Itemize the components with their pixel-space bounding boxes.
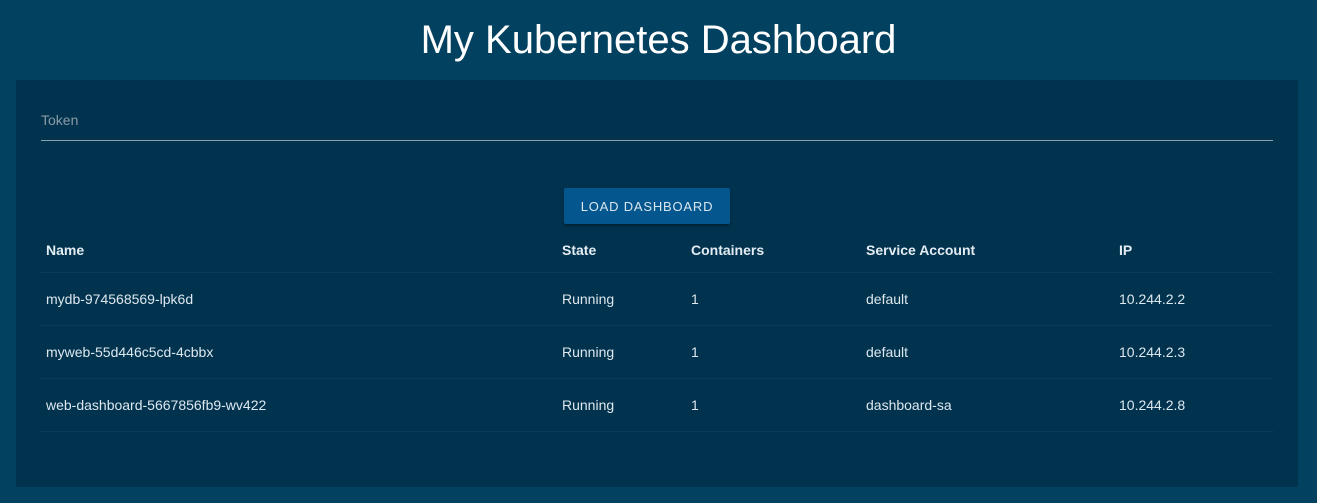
pod-state-cell: Running — [556, 272, 685, 326]
pod-name-cell: myweb-55d446c5cd-4cbbx — [40, 325, 556, 379]
table-row: mydb-974568569-lpk6d Running 1 default 1… — [40, 272, 1274, 326]
pod-service-account-cell: default — [860, 325, 1113, 379]
table-row: myweb-55d446c5cd-4cbbx Running 1 default… — [40, 325, 1274, 379]
pod-containers-cell: 1 — [685, 325, 860, 379]
table-row: web-dashboard-5667856fb9-wv422 Running 1… — [40, 378, 1274, 432]
load-dashboard-button[interactable]: LOAD DASHBOARD — [564, 188, 730, 224]
pod-containers-cell: 1 — [685, 272, 860, 326]
column-header-service-account: Service Account — [860, 228, 1113, 273]
table-header-row: Name State Containers Service Account IP — [40, 228, 1274, 273]
pod-service-account-cell: dashboard-sa — [860, 378, 1113, 432]
token-input[interactable] — [41, 108, 1273, 132]
token-field[interactable] — [41, 108, 1273, 141]
column-header-name: Name — [40, 228, 556, 273]
dashboard-panel: LOAD DASHBOARD Name State Containers Ser… — [16, 80, 1298, 487]
pod-state-cell: Running — [556, 378, 685, 432]
column-header-containers: Containers — [685, 228, 860, 273]
page-title: My Kubernetes Dashboard — [420, 18, 897, 62]
pod-service-account-cell: default — [860, 272, 1113, 326]
pod-ip-cell: 10.244.2.3 — [1113, 325, 1274, 379]
pod-name-cell: mydb-974568569-lpk6d — [40, 272, 556, 326]
column-header-ip: IP — [1113, 228, 1274, 273]
pods-table: Name State Containers Service Account IP… — [40, 228, 1274, 432]
pod-state-cell: Running — [556, 325, 685, 379]
pod-ip-cell: 10.244.2.8 — [1113, 378, 1274, 432]
pod-name-cell: web-dashboard-5667856fb9-wv422 — [40, 378, 556, 432]
pod-ip-cell: 10.244.2.2 — [1113, 272, 1274, 326]
pod-containers-cell: 1 — [685, 378, 860, 432]
column-header-state: State — [556, 228, 685, 273]
